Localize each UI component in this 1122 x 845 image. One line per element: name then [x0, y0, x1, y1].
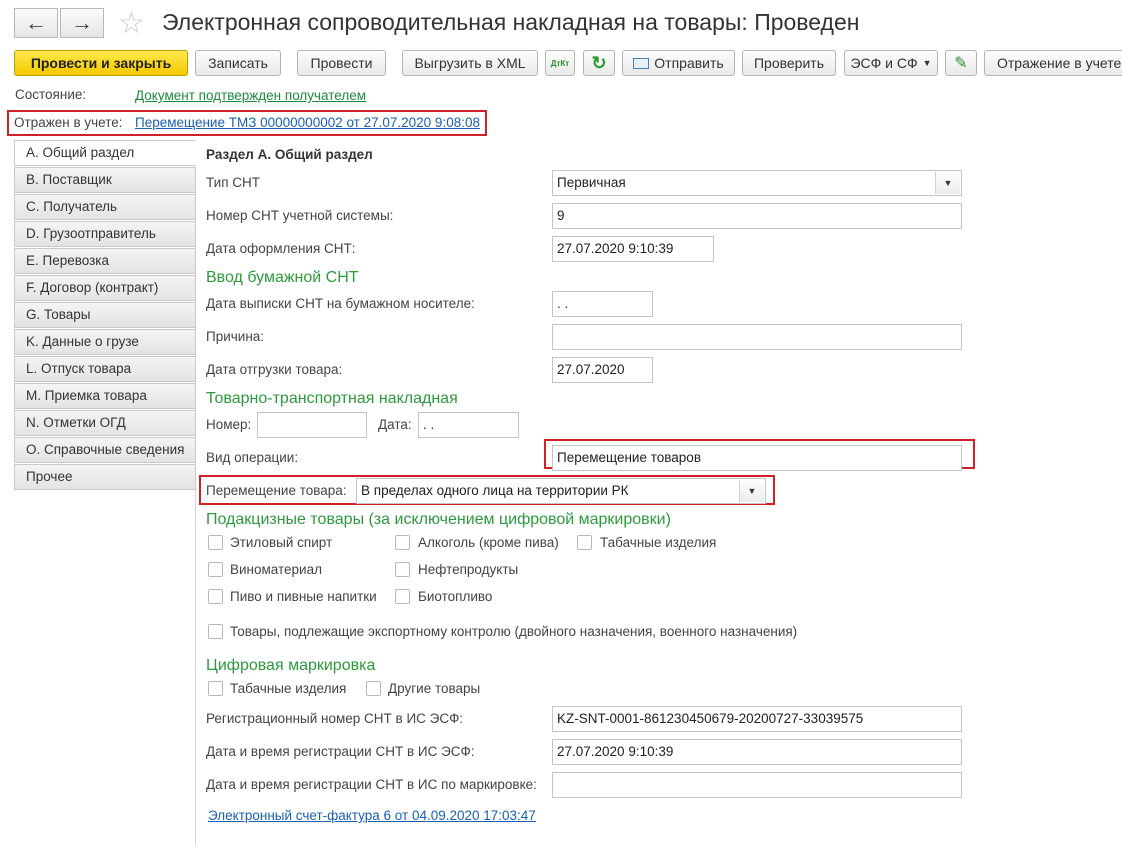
- reg-number-field[interactable]: KZ-SNT-0001-861230450679-20200727-330395…: [552, 706, 962, 732]
- beer-label: Пиво и пивные напитки: [230, 589, 377, 604]
- shipment-date-field[interactable]: 27.07.2020: [552, 357, 653, 383]
- send-label: Отправить: [654, 55, 724, 71]
- dropdown-arrow-icon[interactable]: ▼: [935, 172, 960, 194]
- dtkt-icon: ДтКт: [550, 58, 570, 68]
- snt-type-value: Первичная: [557, 175, 626, 190]
- refresh-icon: ↻: [591, 52, 607, 73]
- tobacco-label: Табачные изделия: [600, 535, 717, 550]
- send-button[interactable]: Отправить: [622, 50, 735, 76]
- save-button[interactable]: Записать: [195, 50, 281, 76]
- reflection-button[interactable]: Отражение в учете: [984, 50, 1122, 76]
- reg-date-field[interactable]: 27.07.2020 9:10:39: [552, 739, 962, 765]
- window-title: Электронная сопроводительная накладная н…: [162, 9, 860, 35]
- ttn-number-label: Номер:: [206, 417, 252, 432]
- invoice-link[interactable]: Электронный счет-фактура 6 от 04.09.2020…: [208, 808, 536, 823]
- excise-heading: Подакцизные товары (за исключением цифро…: [206, 511, 671, 528]
- section-tab[interactable]: С. Получатель: [14, 194, 196, 220]
- reflected-link[interactable]: Перемещение ТМЗ 00000000002 от 27.07.202…: [135, 115, 480, 130]
- section-tab[interactable]: D. Грузоотправитель: [14, 221, 196, 247]
- chevron-down-icon: ▼: [922, 58, 932, 68]
- ttn-date-field[interactable]: . .: [418, 412, 519, 438]
- paper-date-label: Дата выписки СНТ на бумажном носителе:: [206, 296, 475, 311]
- reg-date-marking-label: Дата и время регистрации СНТ в ИС по мар…: [206, 777, 537, 792]
- snt-number-field[interactable]: 9: [552, 203, 962, 229]
- favorite-star-icon[interactable]: ☆: [118, 6, 145, 41]
- dropdown-arrow-icon[interactable]: ▼: [739, 480, 764, 502]
- pencil-icon: ✎: [954, 55, 968, 72]
- biofuel-checkbox[interactable]: [395, 589, 410, 604]
- post-button[interactable]: Провести: [297, 50, 386, 76]
- tobacco-checkbox[interactable]: [577, 535, 592, 550]
- operation-field[interactable]: Перемещение товаров: [552, 445, 962, 471]
- snt-date-field[interactable]: 27.07.2020 9:10:39: [552, 236, 714, 262]
- ttn-number-field[interactable]: [257, 412, 367, 438]
- wine-checkbox[interactable]: [208, 562, 223, 577]
- digital-tobacco-label: Табачные изделия: [230, 681, 347, 696]
- section-tab[interactable]: В. Поставщик: [14, 167, 196, 193]
- post-and-close-button[interactable]: Провести и закрыть: [14, 50, 188, 76]
- section-tab[interactable]: А. Общий раздел: [14, 140, 196, 166]
- reason-label: Причина:: [206, 329, 265, 344]
- form-heading: Раздел А. Общий раздел: [206, 147, 373, 162]
- section-tab[interactable]: K. Данные о грузе: [14, 329, 196, 355]
- shipment-date-label: Дата отгрузки товара:: [206, 362, 343, 377]
- esf-label: ЭСФ и СФ: [850, 55, 918, 71]
- reg-number-label: Регистрационный номер СНТ в ИС ЭСФ:: [206, 711, 464, 726]
- operation-label: Вид операции:: [206, 450, 299, 465]
- ethyl-checkbox[interactable]: [208, 535, 223, 550]
- snt-date-label: Дата оформления СНТ:: [206, 241, 356, 256]
- edit-button[interactable]: ✎: [945, 50, 977, 76]
- check-button[interactable]: Проверить: [742, 50, 836, 76]
- reg-date-marking-field[interactable]: [552, 772, 962, 798]
- forward-button[interactable]: →: [60, 8, 104, 38]
- section-tab[interactable]: N. Отметки ОГД: [14, 410, 196, 436]
- snt-type-select[interactable]: Первичная ▼: [552, 170, 962, 196]
- oil-label: Нефтепродукты: [418, 562, 519, 577]
- esf-sf-dropdown[interactable]: ЭСФ и СФ ▼: [844, 50, 938, 76]
- biofuel-label: Биотопливо: [418, 589, 493, 604]
- section-tab[interactable]: M. Приемка товара: [14, 383, 196, 409]
- section-tab[interactable]: L. Отпуск товара: [14, 356, 196, 382]
- movement-value: В пределах одного лица на территории РК: [361, 483, 629, 498]
- digital-tobacco-checkbox[interactable]: [208, 681, 223, 696]
- alcohol-label: Алкоголь (кроме пива): [418, 535, 559, 550]
- reason-field[interactable]: [552, 324, 962, 350]
- arrow-right-icon: →: [71, 10, 93, 35]
- back-button[interactable]: ←: [14, 8, 58, 38]
- reflection-label: Отражение в учете: [997, 55, 1122, 71]
- ethyl-label: Этиловый спирт: [230, 535, 333, 550]
- movement-label: Перемещение товара:: [206, 483, 347, 498]
- arrow-left-icon: ←: [25, 10, 47, 35]
- ttn-date-label: Дата:: [378, 417, 412, 432]
- movement-select[interactable]: В пределах одного лица на территории РК …: [356, 478, 766, 504]
- dtkt-button[interactable]: ДтКт: [545, 50, 575, 76]
- digital-other-checkbox[interactable]: [366, 681, 381, 696]
- section-tab[interactable]: Е. Перевозка: [14, 248, 196, 274]
- oil-checkbox[interactable]: [395, 562, 410, 577]
- beer-checkbox[interactable]: [208, 589, 223, 604]
- section-tab[interactable]: O. Справочные сведения: [14, 437, 196, 463]
- paper-snt-heading: Ввод бумажной СНТ: [206, 269, 359, 286]
- alcohol-checkbox[interactable]: [395, 535, 410, 550]
- export-control-checkbox[interactable]: [208, 624, 223, 639]
- envelope-icon: [633, 57, 650, 69]
- digital-other-label: Другие товары: [388, 681, 481, 696]
- section-tab[interactable]: G. Товары: [14, 302, 196, 328]
- snt-number-label: Номер СНТ учетной системы:: [206, 208, 394, 223]
- section-tab[interactable]: F. Договор (контракт): [14, 275, 196, 301]
- status-label: Состояние:: [15, 87, 87, 102]
- reflected-label: Отражен в учете:: [14, 115, 123, 130]
- paper-date-field[interactable]: . .: [552, 291, 653, 317]
- reg-date-label: Дата и время регистрации СНТ в ИС ЭСФ:: [206, 744, 475, 759]
- refresh-button[interactable]: ↻: [583, 50, 615, 76]
- ttn-heading: Товарно-транспортная накладная: [206, 390, 458, 407]
- wine-label: Виноматериал: [230, 562, 322, 577]
- snt-type-label: Тип СНТ: [206, 175, 260, 190]
- status-link[interactable]: Документ подтвержден получателем: [135, 88, 366, 103]
- section-tab[interactable]: Прочее: [14, 464, 196, 490]
- export-control-label: Товары, подлежащие экспортному контролю …: [230, 624, 798, 639]
- digital-heading: Цифровая маркировка: [206, 657, 376, 674]
- export-xml-button[interactable]: Выгрузить в XML: [402, 50, 538, 76]
